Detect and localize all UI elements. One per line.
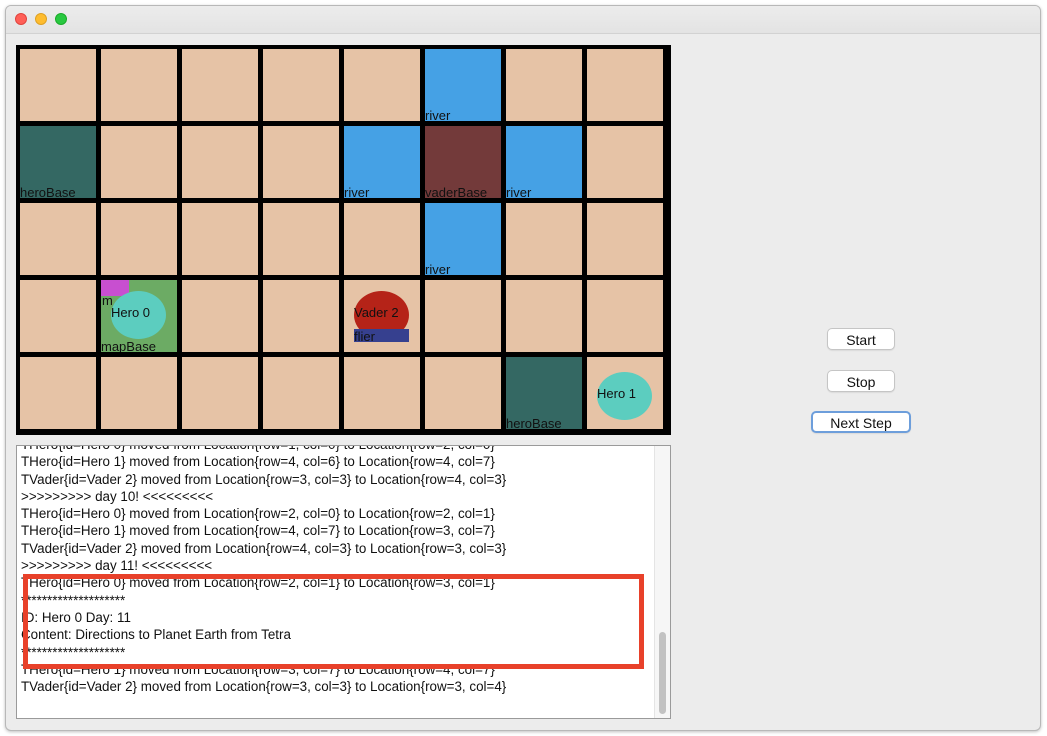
- flier-label: flier: [354, 329, 375, 344]
- board-cell-river: river: [425, 49, 501, 121]
- cell-label: mapBase: [101, 339, 156, 352]
- board-cell: [182, 49, 258, 121]
- board-cell: [425, 357, 501, 429]
- cell-label: heroBase: [506, 416, 562, 429]
- token-label: Hero 1: [597, 386, 637, 401]
- board-cell: [101, 357, 177, 429]
- cell-label: river: [344, 185, 370, 198]
- log-line: TVader{id=Vader 2} moved from Location{r…: [21, 540, 507, 556]
- highlight-box: [23, 574, 644, 669]
- log-line: TVader{id=Vader 2} moved from Location{r…: [21, 679, 507, 695]
- log-line: THero{id=Hero 1} moved from Location{row…: [21, 523, 495, 539]
- cell-label: river: [425, 262, 451, 275]
- log-line: THero{id=Hero 0} moved from Location{row…: [21, 446, 654, 453]
- log-line: >>>>>>>>> day 10! <<<<<<<<<: [21, 488, 214, 504]
- board-cell: [263, 49, 339, 121]
- board-cell: Hero 1: [587, 357, 663, 429]
- cell-label: heroBase: [20, 185, 76, 198]
- board-cell-river: river: [344, 126, 420, 198]
- log-line: THero{id=Hero 1} moved from Location{row…: [21, 454, 495, 470]
- board-cell-river: river: [425, 203, 501, 275]
- board-cell: [506, 280, 582, 352]
- board-cell: [263, 126, 339, 198]
- app-window: river heroBase river vaderBase river river map…: [5, 5, 1041, 731]
- board-cell: [263, 203, 339, 275]
- next-step-button[interactable]: Next Step: [811, 411, 911, 433]
- stop-button[interactable]: Stop: [827, 370, 895, 392]
- board-cell-heroBase: heroBase: [20, 126, 96, 198]
- board-cell: [20, 280, 96, 352]
- board-cell: [182, 126, 258, 198]
- board-cell: [20, 203, 96, 275]
- board-cell-vaderBase: vaderBase: [425, 126, 501, 198]
- board-cell: Vader 2 flier: [344, 280, 420, 352]
- board-cell: [344, 49, 420, 121]
- board-cell: [344, 357, 420, 429]
- board-cell: [506, 203, 582, 275]
- log-scroll-thumb[interactable]: [659, 632, 666, 714]
- title-bar: [6, 6, 1040, 34]
- board-cell: [587, 280, 663, 352]
- board-cell: [101, 49, 177, 121]
- board-cell: [587, 49, 663, 121]
- zoom-window-icon[interactable]: [55, 13, 67, 25]
- game-board: river heroBase river vaderBase river river map…: [16, 45, 671, 435]
- board-cell: [263, 280, 339, 352]
- board-cell-heroBase: heroBase: [506, 357, 582, 429]
- log-line: TVader{id=Vader 2} moved from Location{r…: [21, 471, 507, 487]
- board-cell: [20, 357, 96, 429]
- cell-label: river: [425, 108, 451, 121]
- cell-label: vaderBase: [425, 185, 488, 198]
- cell-label: river: [506, 185, 532, 198]
- close-window-icon[interactable]: [15, 13, 27, 25]
- log-line: >>>>>>>>> day 11! <<<<<<<<<: [21, 558, 213, 574]
- board-cell: [101, 126, 177, 198]
- board-cell: [587, 126, 663, 198]
- board-cell: [20, 49, 96, 121]
- start-button[interactable]: Start: [827, 328, 895, 350]
- board-cell: [182, 357, 258, 429]
- token-label: Hero 0: [111, 305, 151, 320]
- log-line: THero{id=Hero 0} moved from Location{row…: [21, 506, 495, 522]
- token-label: Vader 2: [354, 305, 399, 320]
- board-cell: [344, 203, 420, 275]
- log-scrollbar[interactable]: [654, 446, 670, 718]
- board-cell: [425, 280, 501, 352]
- board-cell: [182, 280, 258, 352]
- board-cell-river: river: [506, 126, 582, 198]
- minimize-window-icon[interactable]: [35, 13, 47, 25]
- board-cell: [506, 49, 582, 121]
- board-cell: [182, 203, 258, 275]
- board-cell: [587, 203, 663, 275]
- board-cell-mapBase: mapBase m Hero 0: [101, 280, 177, 352]
- board-cell: [101, 203, 177, 275]
- event-log[interactable]: THero{id=Hero 0} moved from Location{row…: [16, 445, 671, 719]
- board-cell: [263, 357, 339, 429]
